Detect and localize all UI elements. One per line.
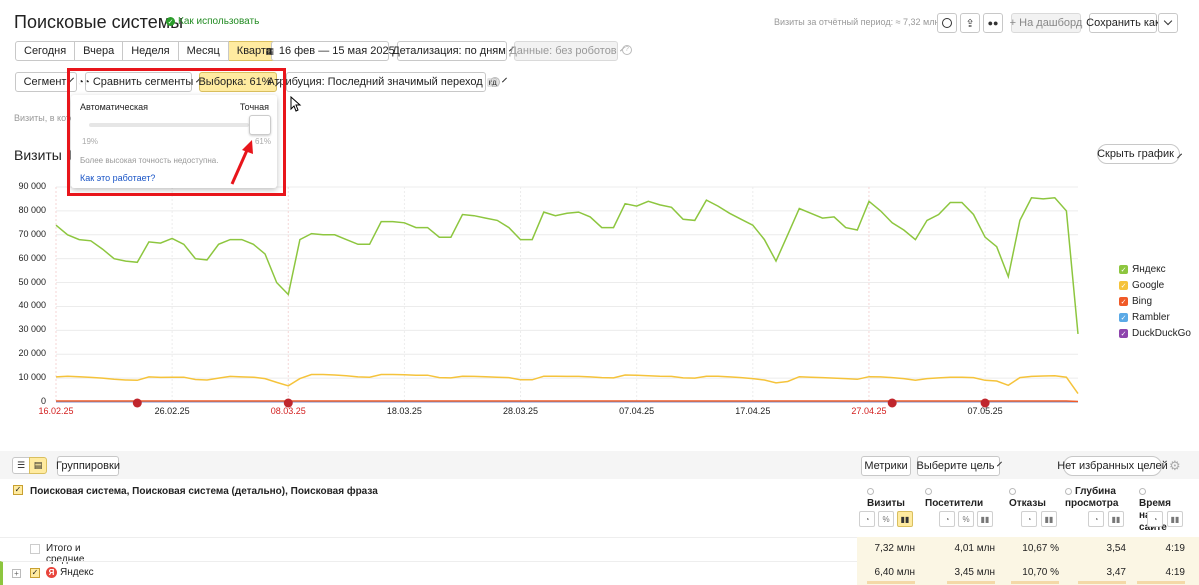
table-toolbar — [0, 451, 1199, 479]
bar-view-button[interactable]: ▮▮ — [1167, 511, 1183, 527]
bar-view-button[interactable]: ▮▮ — [1108, 511, 1124, 527]
x-tick-label: 08.03.25 — [270, 406, 306, 416]
pie-view-button[interactable]: ◔ — [1021, 511, 1037, 527]
row-label[interactable]: Яндекс — [60, 567, 94, 578]
legend-label: Google — [1132, 280, 1165, 291]
column-header-label: просмотра — [1065, 498, 1119, 509]
list-icon: ☰ — [16, 460, 26, 470]
x-tick-label: 07.05.25 — [967, 406, 1003, 416]
choose-goal-label: Выберите цель — [916, 460, 995, 472]
legend-checkbox[interactable]: ✓ — [1119, 281, 1128, 290]
bar-view-button[interactable]: ▮▮ — [897, 511, 913, 527]
table-cell: 4,01 млн — [954, 543, 995, 554]
holiday-marker-0 — [132, 398, 142, 408]
gear-icon[interactable]: ⚙ — [1169, 458, 1181, 474]
bar-view-button[interactable]: ▮▮ — [1041, 511, 1057, 527]
pie-view-button[interactable]: ◔ — [859, 511, 875, 527]
x-tick-label: 28.03.25 — [503, 406, 539, 416]
cell-bar — [1078, 581, 1126, 584]
bar-view-button[interactable]: ▮▮ — [977, 511, 993, 527]
percent-view-button[interactable]: % — [878, 511, 894, 527]
view-list-button[interactable]: ☰ — [12, 457, 30, 474]
pie-view-button[interactable]: ◔ — [1088, 511, 1104, 527]
dimension-header-checkbox[interactable]: ✓ — [13, 485, 23, 495]
view-tree-button[interactable]: ▤ — [29, 457, 47, 474]
table-cell: 7,32 млн — [874, 543, 915, 554]
column-select-icon[interactable] — [925, 487, 932, 495]
column-header-label: Глубина — [1075, 486, 1116, 497]
series-line-Яндекс — [55, 197, 1079, 334]
choose-goal-dropdown[interactable]: Выберите цель — [916, 456, 1003, 476]
percent-view-button[interactable]: % — [958, 511, 974, 527]
tree-icon: ▤ — [33, 460, 43, 470]
table-cell: 3,45 млн — [954, 567, 995, 578]
expand-row-button[interactable]: + — [12, 569, 21, 578]
x-tick-label: 26.02.25 — [154, 406, 190, 416]
pie-view-button[interactable]: ◔ — [939, 511, 955, 527]
legend-item-3[interactable]: ✓ Rambler — [1119, 312, 1170, 323]
cell-bar — [947, 581, 995, 584]
x-tick-label: 27.04.25 — [851, 406, 887, 416]
x-tick-label: 17.04.25 — [735, 406, 771, 416]
legend-item-1[interactable]: ✓ Google — [1119, 280, 1164, 291]
red-arrow-icon — [230, 140, 253, 185]
table-cell: 4:19 — [1165, 567, 1185, 578]
legend-label: DuckDuckGo — [1132, 328, 1191, 339]
pie-view-button[interactable]: ◔ — [1147, 511, 1163, 527]
column-header-label: Отказы — [1009, 498, 1046, 509]
cell-bar — [1137, 581, 1185, 584]
column-select-icon[interactable] — [867, 487, 874, 495]
column-header-1[interactable]: Посетители — [925, 486, 983, 510]
column-header-3[interactable]: Глубина просмотра — [1065, 486, 1118, 510]
column-select-icon[interactable] — [1065, 487, 1072, 495]
column-header-label: Посетители — [925, 498, 984, 509]
column-select-icon[interactable] — [1139, 487, 1146, 495]
column-header-2[interactable]: Отказы — [1009, 486, 1046, 510]
yandex-icon: Я — [46, 567, 57, 578]
series-line-Google — [55, 373, 1079, 395]
x-tick-label: 07.04.25 — [619, 406, 655, 416]
legend-checkbox[interactable]: ✓ — [1119, 329, 1128, 338]
table-cell: 10,67 % — [1022, 543, 1059, 554]
x-tick-label: 18.03.25 — [386, 406, 422, 416]
legend-label: Rambler — [1132, 312, 1170, 323]
column-header-label: Визиты — [867, 498, 905, 509]
metrics-button[interactable]: Метрики — [861, 456, 911, 476]
cell-bar — [867, 581, 915, 584]
table-cell: 4:19 — [1165, 543, 1185, 554]
legend-checkbox[interactable]: ✓ — [1119, 313, 1128, 322]
series-line-Bing — [56, 400, 1079, 403]
column-select-icon[interactable] — [1009, 487, 1016, 495]
legend-item-0[interactable]: ✓ Яндекс — [1119, 264, 1166, 275]
groupings-button[interactable]: Группировки — [56, 456, 120, 476]
legend-label: Bing — [1132, 296, 1153, 307]
table-cell: 6,40 млн — [874, 567, 915, 578]
table-cell: 10,70 % — [1022, 567, 1059, 578]
line-chart — [55, 186, 1079, 408]
legend-item-2[interactable]: ✓ Bing — [1119, 296, 1152, 307]
legend-checkbox[interactable]: ✓ — [1119, 297, 1128, 306]
favorite-goals-button[interactable]: Нет избранных целей — [1057, 456, 1168, 476]
holiday-marker-2 — [887, 398, 897, 408]
column-header-label: Время — [1139, 498, 1171, 509]
legend-checkbox[interactable]: ✓ — [1119, 265, 1128, 274]
x-tick-label: 16.02.25 — [38, 406, 74, 416]
legend-item-4[interactable]: ✓ DuckDuckGo — [1119, 328, 1191, 339]
row-checkbox[interactable] — [30, 544, 40, 554]
dimension-header: Поисковая система, Поисковая система (де… — [30, 486, 378, 497]
legend-label: Яндекс — [1132, 264, 1166, 275]
row-checkbox[interactable]: ✓ — [30, 568, 40, 578]
cell-bar — [1011, 581, 1059, 584]
